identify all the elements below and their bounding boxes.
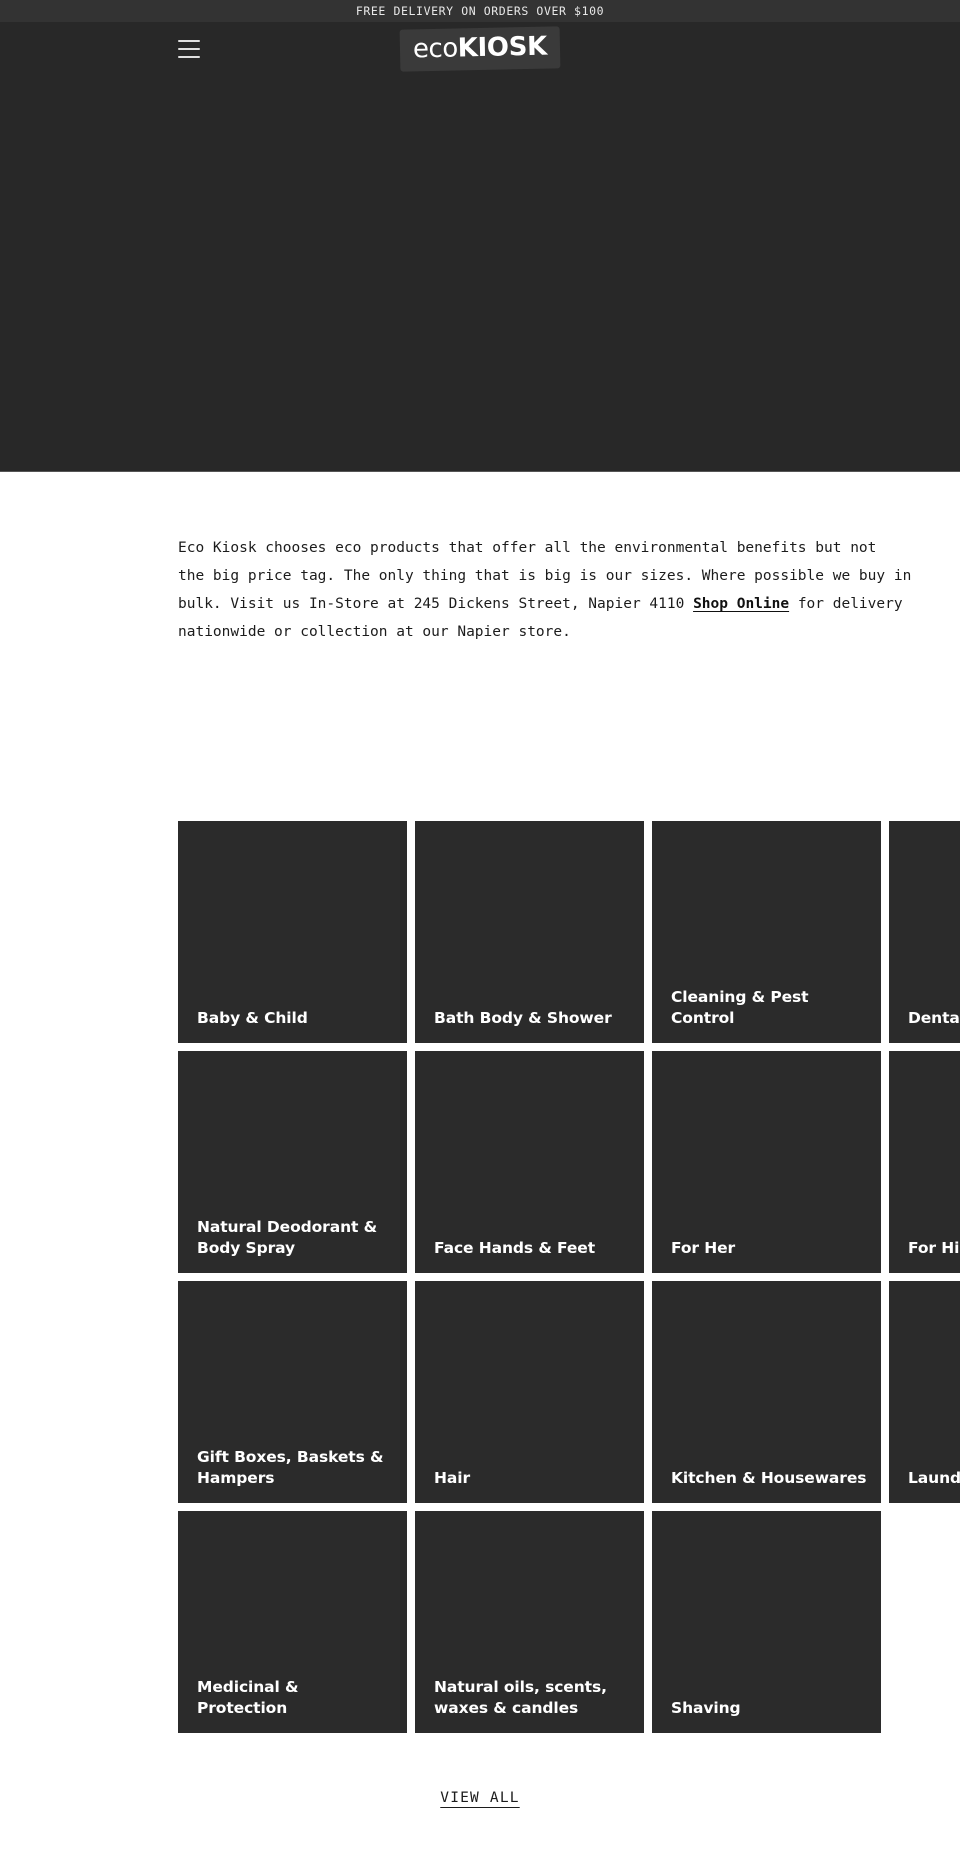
intro-line-3-after: for delivery <box>789 596 903 612</box>
hamburger-line-3 <box>178 56 200 58</box>
logo-text-kiosk: KIOSK <box>457 31 548 64</box>
category-tile-label: Natural Deodorant & Body Spray <box>197 1218 378 1257</box>
category-tile[interactable]: For Her <box>652 1051 881 1273</box>
category-tile-label: Baby & Child <box>197 1009 308 1027</box>
category-tile[interactable]: Laundry <box>889 1281 960 1503</box>
category-tile-label: Hair <box>434 1469 470 1487</box>
category-tile-label: Kitchen & Housewares <box>671 1469 867 1487</box>
category-tile-label: Natural oils, scents, waxes & candles <box>434 1678 607 1717</box>
category-tile[interactable]: Dental Care <box>889 821 960 1043</box>
announcement-bar: FREE DELIVERY ON ORDERS OVER $100 <box>0 0 960 22</box>
category-tile-label: Bath Body & Shower <box>434 1009 612 1027</box>
category-grid-wrapper: Baby & Child Bath Body & Shower Cleaning… <box>178 821 960 1733</box>
intro-line-1: Eco Kiosk chooses eco products that offe… <box>178 540 877 556</box>
hamburger-menu-icon[interactable] <box>178 40 200 58</box>
category-tile-label: For Her <box>671 1239 736 1257</box>
category-tile[interactable]: Hair <box>415 1281 644 1503</box>
category-tile[interactable]: Bath Body & Shower <box>415 821 644 1043</box>
category-tile-label: Cleaning & Pest Control <box>671 988 809 1027</box>
intro-line-4: nationwide or collection at our Napier s… <box>178 624 571 640</box>
site-logo[interactable]: ecoKIOSK <box>399 26 561 72</box>
view-all-link[interactable]: VIEW ALL <box>440 1790 519 1806</box>
intro-line-3-before: bulk. Visit us In-Store at 245 Dickens S… <box>178 596 694 612</box>
intro-line-2: the big price tag. The only thing that i… <box>178 568 912 584</box>
announcement-text: FREE DELIVERY ON ORDERS OVER $100 <box>355 4 605 18</box>
category-tile[interactable]: Cleaning & Pest Control <box>652 821 881 1043</box>
hamburger-line-2 <box>178 48 200 50</box>
category-tile[interactable]: Natural oils, scents, waxes & candles <box>415 1511 644 1733</box>
intro-section: Eco Kiosk chooses eco products that offe… <box>0 472 960 646</box>
hamburger-line-1 <box>178 40 200 42</box>
view-all-section: VIEW ALL <box>0 1790 960 1806</box>
category-tile-label: Medicinal & Protection <box>197 1678 299 1717</box>
intro-line-3: bulk. Visit us In-Store at 245 Dickens S… <box>178 590 960 618</box>
logo-text-eco: eco <box>412 33 458 65</box>
category-tile[interactable]: For Him <box>889 1051 960 1273</box>
category-tile-label: Shaving <box>671 1699 741 1717</box>
category-tile-label: Face Hands & Feet <box>434 1239 596 1257</box>
category-tile[interactable]: Medicinal & Protection <box>178 1511 407 1733</box>
category-tile-label: Gift Boxes, Baskets & Hampers <box>197 1448 384 1487</box>
category-tile-label: For Him <box>908 1239 960 1257</box>
category-tile[interactable]: Shaving <box>652 1511 881 1733</box>
category-tile[interactable]: Natural Deodorant & Body Spray <box>178 1051 407 1273</box>
category-tile-label: Laundry <box>908 1469 960 1487</box>
page-root: FREE DELIVERY ON ORDERS OVER $100 ecoKIO… <box>0 0 960 1875</box>
category-tile[interactable]: Baby & Child <box>178 821 407 1043</box>
hero-banner <box>0 78 960 472</box>
category-tile[interactable]: Face Hands & Feet <box>415 1051 644 1273</box>
category-tile[interactable]: Kitchen & Housewares <box>652 1281 881 1503</box>
category-tile[interactable]: Gift Boxes, Baskets & Hampers <box>178 1281 407 1503</box>
shop-online-link[interactable]: Shop Online <box>693 596 789 612</box>
category-tile-label: Dental Care <box>908 1009 960 1027</box>
category-grid: Baby & Child Bath Body & Shower Cleaning… <box>178 821 960 1733</box>
site-header: ecoKIOSK <box>0 22 960 78</box>
